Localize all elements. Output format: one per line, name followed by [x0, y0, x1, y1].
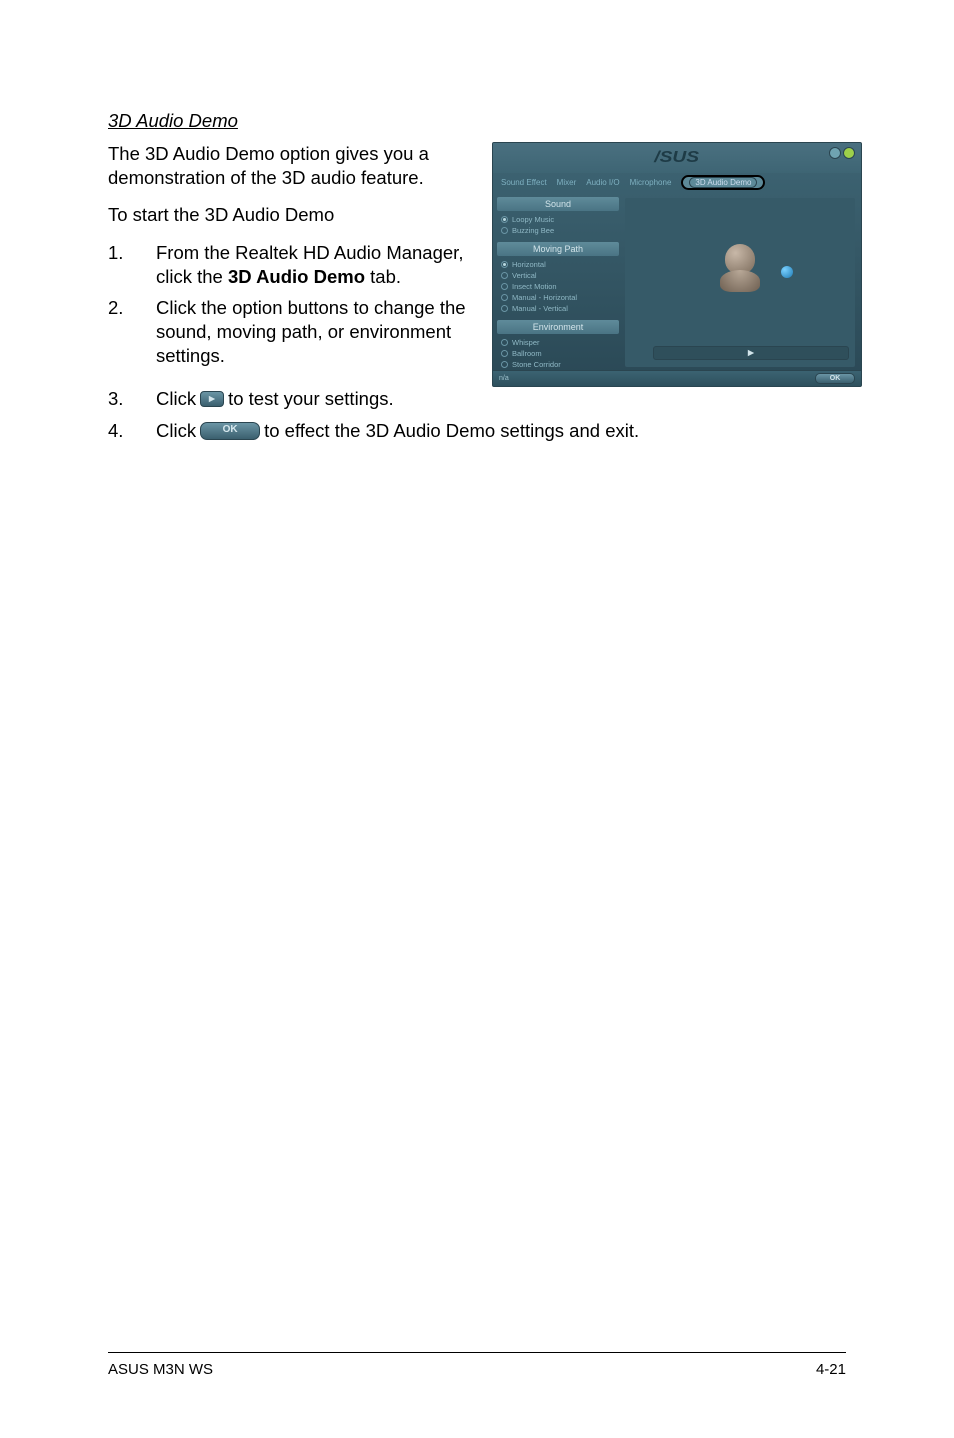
play-icon [200, 391, 224, 407]
radio-icon [501, 361, 508, 368]
radio-icon [501, 261, 508, 268]
tab-sound-effect[interactable]: Sound Effect [501, 178, 547, 187]
tab-audio-io[interactable]: Audio I/O [586, 178, 619, 187]
section-moving-path: Moving Path [497, 242, 619, 256]
step-number: 4. [108, 419, 156, 443]
asus-logo: /SUS [655, 149, 700, 167]
step-text: Click [156, 387, 196, 411]
radio-icon [501, 272, 508, 279]
radio-vertical[interactable]: Vertical [501, 270, 617, 281]
radio-icon [501, 305, 508, 312]
step-text: Click [156, 419, 196, 443]
radio-icon [501, 227, 508, 234]
step-number: 1. [108, 241, 156, 288]
close-icon[interactable] [843, 147, 855, 159]
page-footer: ASUS M3N WS 4-21 [108, 1352, 846, 1378]
radio-icon [501, 283, 508, 290]
step-1: 1. From the Realtek HD Audio Manager, cl… [108, 241, 474, 288]
section-environment: Environment [497, 320, 619, 334]
ok-button[interactable]: OK [815, 373, 855, 384]
app-screenshot: /SUS Sound Effect Mixer Audio I/O Microp… [492, 142, 862, 387]
step-number: 3. [108, 387, 156, 411]
step-text: Click the option buttons to change the s… [156, 296, 474, 367]
radio-ballroom[interactable]: Ballroom [501, 348, 617, 359]
options-sidebar: Sound Loopy Music Buzzing Bee Moving Pat… [493, 194, 623, 371]
start-label: To start the 3D Audio Demo [108, 203, 474, 227]
section-sound: Sound [497, 197, 619, 211]
step-4: 4. Click OK to effect the 3D Audio Demo … [108, 419, 846, 443]
tab-3d-audio-demo[interactable]: 3D Audio Demo [689, 177, 757, 188]
radio-icon [501, 350, 508, 357]
sound-orb[interactable] [781, 266, 793, 278]
status-bar: n/a OK [493, 370, 861, 386]
footer-left: ASUS M3N WS [108, 1361, 213, 1378]
ok-button-icon: OK [200, 422, 260, 440]
footer-right: 4-21 [816, 1361, 846, 1378]
tab-microphone[interactable]: Microphone [630, 178, 672, 187]
min-icon[interactable] [829, 147, 841, 159]
radio-stone-corridor[interactable]: Stone Corridor [501, 359, 617, 370]
radio-whisper[interactable]: Whisper [501, 337, 617, 348]
step-number: 2. [108, 296, 156, 367]
tab-3d-audio-demo-highlight: 3D Audio Demo [681, 175, 765, 190]
radio-manual-horizontal[interactable]: Manual - Horizontal [501, 292, 617, 303]
tab-name-bold: 3D Audio Demo [228, 266, 365, 287]
step-text: to effect the 3D Audio Demo settings and… [264, 419, 639, 443]
step-text: tab. [365, 266, 401, 287]
step-text: to test your settings. [228, 387, 394, 411]
app-titlebar: /SUS [493, 143, 861, 173]
play-button[interactable] [653, 346, 849, 360]
head-figure [720, 244, 760, 294]
radio-loopy-music[interactable]: Loopy Music [501, 214, 617, 225]
visualization-area [625, 198, 855, 367]
footer-rule [108, 1352, 846, 1353]
tab-bar: Sound Effect Mixer Audio I/O Microphone … [493, 173, 861, 194]
section-heading: 3D Audio Demo [108, 110, 846, 132]
tab-mixer[interactable]: Mixer [557, 178, 577, 187]
intro-paragraph: The 3D Audio Demo option gives you a dem… [108, 142, 474, 189]
radio-icon [501, 216, 508, 223]
window-control-icons [829, 147, 855, 159]
step-2: 2. Click the option buttons to change th… [108, 296, 474, 367]
radio-buzzing-bee[interactable]: Buzzing Bee [501, 225, 617, 236]
radio-manual-vertical[interactable]: Manual - Vertical [501, 303, 617, 314]
radio-icon [501, 339, 508, 346]
radio-insect-motion[interactable]: Insect Motion [501, 281, 617, 292]
radio-icon [501, 294, 508, 301]
radio-horizontal[interactable]: Horizontal [501, 259, 617, 270]
step-3: 3. Click to test your settings. [108, 387, 846, 411]
status-text: n/a [499, 375, 509, 382]
